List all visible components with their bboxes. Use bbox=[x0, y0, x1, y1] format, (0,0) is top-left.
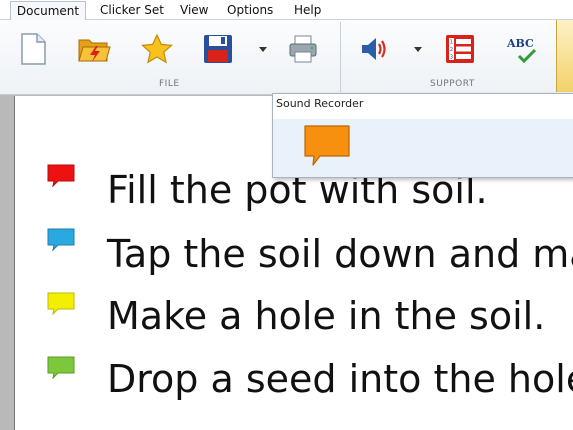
save-dropdown-arrow[interactable] bbox=[259, 47, 267, 52]
tab-document[interactable]: Document bbox=[10, 1, 86, 21]
speech-bubble-green-icon[interactable] bbox=[46, 355, 76, 379]
speech-dropdown-arrow[interactable] bbox=[414, 47, 422, 52]
spell-check-button[interactable]: ABC bbox=[504, 30, 540, 68]
speech-bubble-yellow-icon[interactable] bbox=[46, 291, 76, 315]
record-speech-bubble-icon[interactable] bbox=[302, 123, 352, 167]
speech-bubble-blue-icon[interactable] bbox=[46, 227, 76, 251]
star-icon bbox=[141, 33, 173, 64]
tab-clicker-set[interactable]: Clicker Set bbox=[100, 2, 164, 19]
favorite-button[interactable] bbox=[139, 30, 175, 68]
speaker-icon bbox=[362, 38, 386, 60]
support-group-label: SUPPORT bbox=[430, 79, 475, 89]
open-button[interactable] bbox=[76, 30, 112, 68]
numbered-list-icon: 1 2 3 bbox=[446, 35, 474, 63]
tab-help[interactable]: Help bbox=[294, 2, 321, 19]
printer-icon bbox=[289, 35, 317, 63]
floppy-disk-icon bbox=[204, 35, 232, 63]
sound-recorder-popup: Sound Recorder bbox=[272, 93, 573, 178]
check-mark-icon bbox=[517, 48, 537, 64]
svg-text:2: 2 bbox=[450, 47, 453, 53]
document-line-3[interactable]: Make a hole in the soil. bbox=[107, 294, 545, 338]
open-folder-icon bbox=[78, 39, 111, 62]
ribbon-right-button[interactable] bbox=[556, 20, 573, 92]
tab-bar: Document Clicker Set View Options Help bbox=[0, 0, 573, 21]
svg-text:3: 3 bbox=[450, 55, 453, 61]
svg-text:1: 1 bbox=[450, 40, 453, 46]
new-document-icon bbox=[21, 33, 46, 65]
speech-button[interactable] bbox=[356, 30, 392, 68]
speech-bubble-red-icon[interactable] bbox=[46, 163, 76, 187]
word-list-button[interactable]: 1 2 3 bbox=[442, 30, 478, 68]
print-button[interactable] bbox=[285, 30, 321, 68]
popup-title: Sound Recorder bbox=[276, 97, 364, 110]
new-document-button[interactable] bbox=[15, 30, 51, 68]
popup-body bbox=[273, 119, 573, 177]
ribbon-group-separator bbox=[340, 22, 341, 92]
document-line-2[interactable]: Tap the soil down and ma bbox=[107, 232, 573, 276]
file-group-label: FILE bbox=[159, 79, 180, 89]
tab-view[interactable]: View bbox=[180, 2, 208, 19]
spell-check-icon: ABC bbox=[504, 31, 540, 67]
tab-options[interactable]: Options bbox=[227, 2, 273, 19]
document-line-4[interactable]: Drop a seed into the hole bbox=[107, 357, 573, 401]
save-button[interactable] bbox=[200, 30, 236, 68]
